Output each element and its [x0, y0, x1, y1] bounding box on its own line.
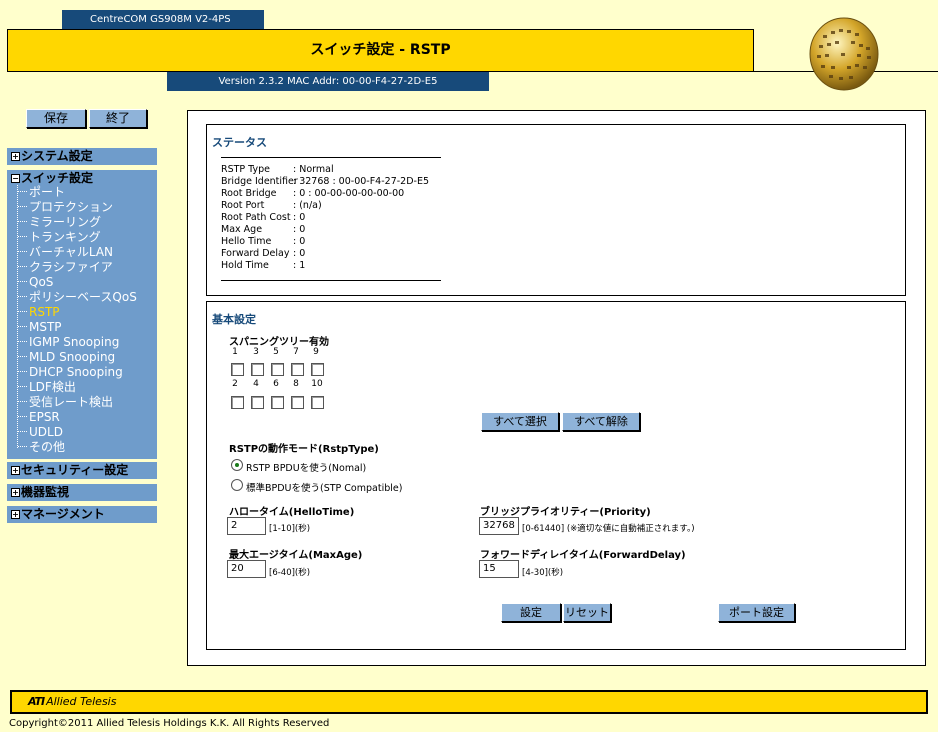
menu-item-protection[interactable]: プロテクション	[18, 200, 113, 215]
menu-item-mirroring[interactable]: ミラーリング	[18, 215, 101, 230]
priority-label: ブリッジプライオリティー(Priority)	[480, 507, 651, 518]
hello-time-hint: [1-10](秒)	[269, 524, 311, 534]
port-number: 6	[273, 379, 279, 389]
port-number: 3	[253, 347, 259, 357]
mode-stp-label: 標準BPDUを使う(STP Compatible)	[246, 483, 403, 494]
port-1-checkbox[interactable]	[231, 363, 244, 376]
menu-item-port[interactable]: ポート	[18, 185, 65, 200]
hello-time-input[interactable]: 2	[227, 517, 266, 535]
port-number: 5	[273, 347, 279, 357]
status-row: Root Port: (n/a)	[221, 200, 322, 211]
menu-item-epsr[interactable]: EPSR	[18, 410, 60, 425]
status-row: Forward Delay: 0	[221, 248, 306, 259]
menu-security-settings[interactable]: + セキュリティー設定	[7, 462, 157, 479]
port-number: 10	[311, 379, 323, 389]
collapse-icon: −	[11, 174, 20, 183]
port-number: 8	[293, 379, 299, 389]
settings-title: 基本設定	[212, 313, 256, 326]
rstp-mode-label: RSTPの動作モード(RstpType)	[229, 444, 379, 455]
port-9-checkbox[interactable]	[311, 363, 324, 376]
status-row: Bridge Identifier: 32768 : 00-00-F4-27-2…	[221, 176, 430, 187]
mode-stp-radio[interactable]	[231, 479, 243, 491]
footer-bar: ATI Allied Telesis	[10, 690, 928, 714]
menu-item-policy-qos[interactable]: ポリシーベースQoS	[18, 290, 137, 305]
mode-normal-radio[interactable]	[231, 459, 243, 471]
port-6-checkbox[interactable]	[271, 396, 284, 409]
menu-item-igmp-snooping[interactable]: IGMP Snooping	[18, 335, 119, 350]
menu-item-mstp[interactable]: MSTP	[18, 320, 62, 335]
mode-normal-label: RSTP BPDUを使う(Nomal)	[246, 463, 367, 474]
port-7-checkbox[interactable]	[291, 363, 304, 376]
max-age-label: 最大エージタイム(MaxAge)	[229, 550, 363, 561]
switch-settings-submenu: ポート プロテクション ミラーリング トランキング バーチャルLAN クラシファ…	[7, 185, 157, 459]
port-number: 2	[232, 379, 238, 389]
menu-item-dhcp-snooping[interactable]: DHCP Snooping	[18, 365, 123, 380]
port-settings-button[interactable]: ポート設定	[718, 603, 795, 622]
port-number: 9	[313, 347, 319, 357]
forward-delay-label: フォワードディレイタイム(ForwardDelay)	[480, 550, 686, 561]
spanning-tree-label: スパニングツリー有効	[229, 337, 329, 348]
copyright-text: Copyright©2011 Allied Telesis Holdings K…	[9, 718, 330, 729]
expand-icon: +	[11, 488, 20, 497]
status-title: ステータス	[212, 136, 267, 149]
expand-icon: +	[11, 466, 20, 475]
port-2-checkbox[interactable]	[231, 396, 244, 409]
menu-item-other[interactable]: その他	[18, 440, 65, 455]
port-4-checkbox[interactable]	[251, 396, 264, 409]
select-all-button[interactable]: すべて選択	[481, 412, 559, 431]
port-8-checkbox[interactable]	[291, 396, 304, 409]
port-3-checkbox[interactable]	[251, 363, 264, 376]
menu-item-rstp[interactable]: RSTP	[18, 305, 60, 320]
menu-item-udld[interactable]: UDLD	[18, 425, 63, 440]
reset-button[interactable]: リセット	[563, 603, 611, 622]
status-row: Root Path Cost: 0	[221, 212, 306, 223]
hello-time-label: ハロータイム(HelloTime)	[229, 507, 355, 518]
status-row: Hello Time: 0	[221, 236, 306, 247]
logo-mark-icon: ATI	[28, 695, 45, 708]
menu-system-settings[interactable]: + システム設定	[7, 148, 157, 165]
menu-item-vlan[interactable]: バーチャルLAN	[18, 245, 113, 260]
menu-item-trunking[interactable]: トランキング	[18, 230, 101, 245]
menu-item-mld-snooping[interactable]: MLD Snooping	[18, 350, 115, 365]
apply-button[interactable]: 設定	[501, 603, 561, 622]
status-row: Max Age: 0	[221, 224, 306, 235]
end-button[interactable]: 終了	[89, 109, 147, 128]
status-divider-top	[221, 157, 441, 158]
menu-device-monitoring[interactable]: + 機器監視	[7, 484, 157, 501]
menu-item-ldf[interactable]: LDF検出	[18, 380, 76, 395]
forward-delay-input[interactable]: 15	[479, 560, 519, 578]
priority-hint: [0-61440] (※適切な値に自動補正されます。)	[522, 524, 695, 534]
deselect-all-button[interactable]: すべて解除	[562, 412, 640, 431]
port-10-checkbox[interactable]	[311, 396, 324, 409]
status-row: Root Bridge: 0 : 00-00-00-00-00-00	[221, 188, 405, 199]
page-title: スイッチ設定 - RSTP	[7, 29, 754, 72]
priority-input[interactable]: 32768	[479, 517, 519, 535]
max-age-input[interactable]: 20	[227, 560, 266, 578]
status-row: Hold Time: 1	[221, 260, 306, 271]
model-name: CentreCOM GS908M V2-4PS	[62, 10, 264, 30]
expand-icon: +	[11, 510, 20, 519]
status-divider-bottom	[221, 280, 441, 281]
port-number: 4	[253, 379, 259, 389]
allied-telesis-logo: ATI Allied Telesis	[28, 695, 117, 708]
forward-delay-hint: [4-30](秒)	[522, 568, 564, 578]
menu-item-qos[interactable]: QoS	[18, 275, 53, 290]
status-row: RSTP Type: Normal	[221, 164, 334, 175]
port-5-checkbox[interactable]	[271, 363, 284, 376]
max-age-hint: [6-40](秒)	[269, 568, 311, 578]
expand-icon: +	[11, 152, 20, 161]
port-number: 7	[293, 347, 299, 357]
version-info: Version 2.3.2 MAC Addr: 00-00-F4-27-2D-E…	[167, 72, 489, 91]
save-button[interactable]: 保存	[26, 109, 86, 128]
menu-item-rx-rate[interactable]: 受信レート検出	[18, 395, 113, 410]
menu-item-classifier[interactable]: クラシファイア	[18, 260, 113, 275]
menu-management[interactable]: + マネージメント	[7, 506, 157, 523]
globe-logo-icon	[809, 17, 879, 91]
port-number: 1	[232, 347, 238, 357]
